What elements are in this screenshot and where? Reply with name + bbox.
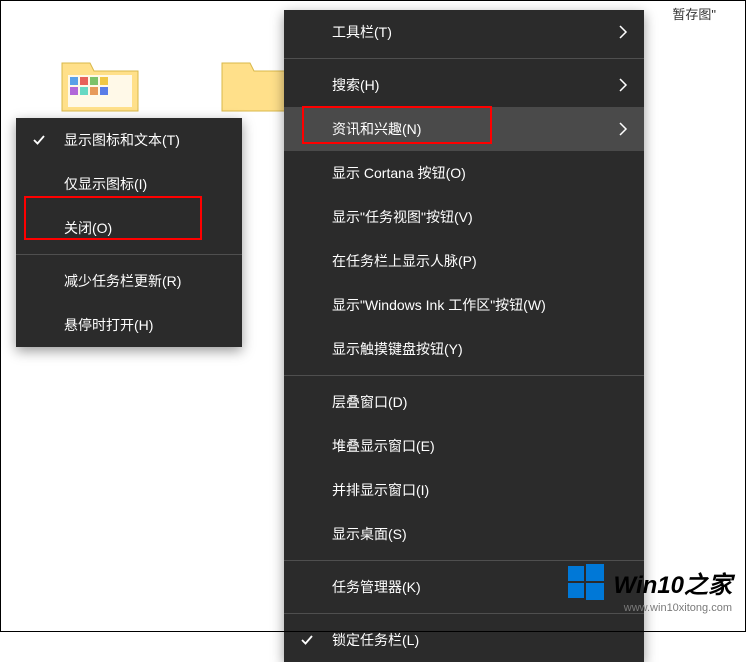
menu-item-label: 减少任务栏更新(R)	[64, 271, 181, 291]
menu-separator	[284, 375, 644, 376]
menu-item-label: 层叠窗口(D)	[332, 392, 407, 412]
menu-item-label: 显示桌面(S)	[332, 524, 407, 544]
chevron-right-icon	[618, 122, 628, 136]
menu-item-label: 锁定任务栏(L)	[332, 630, 419, 650]
menu-item-search[interactable]: 搜索(H)	[284, 63, 644, 107]
menu-item-cortana-button[interactable]: 显示 Cortana 按钮(O)	[284, 151, 644, 195]
desktop-folders	[60, 55, 300, 125]
menu-separator	[284, 560, 644, 561]
menu-item-label: 在任务栏上显示人脉(P)	[332, 251, 477, 271]
menu-item-news-interests[interactable]: 资讯和兴趣(N)	[284, 107, 644, 151]
chevron-right-icon	[618, 78, 628, 92]
menu-item-label: 显示触摸键盘按钮(Y)	[332, 339, 463, 359]
watermark: Win10之家 www.win10xitong.com	[566, 562, 732, 614]
watermark-title: Win10之家	[614, 565, 732, 600]
folder-icon[interactable]	[60, 55, 140, 125]
menu-item-label: 显示图标和文本(T)	[64, 130, 180, 150]
news-interests-submenu: 显示图标和文本(T) 仅显示图标(I) 关闭(O) 减少任务栏更新(R) 悬停时…	[16, 118, 242, 347]
menu-item-label: 悬停时打开(H)	[64, 315, 153, 335]
menu-separator	[284, 58, 644, 59]
menu-item-label: 工具栏(T)	[332, 22, 392, 42]
menu-item-people-taskbar[interactable]: 在任务栏上显示人脉(P)	[284, 239, 644, 283]
menu-item-label: 关闭(O)	[64, 218, 112, 238]
menu-item-label: 仅显示图标(I)	[64, 174, 147, 194]
submenu-item-icon-and-text[interactable]: 显示图标和文本(T)	[16, 118, 242, 162]
watermark-url: www.win10xitong.com	[566, 602, 732, 614]
menu-item-label: 资讯和兴趣(N)	[332, 119, 421, 139]
check-icon	[32, 133, 46, 147]
submenu-item-icon-only[interactable]: 仅显示图标(I)	[16, 162, 242, 206]
menu-item-label: 堆叠显示窗口(E)	[332, 436, 435, 456]
menu-item-label: 显示"任务视图"按钮(V)	[332, 207, 473, 227]
menu-item-label: 显示 Cortana 按钮(O)	[332, 163, 466, 183]
menu-item-lock-taskbar[interactable]: 锁定任务栏(L)	[284, 618, 644, 662]
menu-item-label: 任务管理器(K)	[332, 577, 421, 597]
menu-item-toolbars[interactable]: 工具栏(T)	[284, 10, 644, 54]
menu-item-label: 搜索(H)	[332, 75, 379, 95]
menu-item-touch-keyboard[interactable]: 显示触摸键盘按钮(Y)	[284, 327, 644, 371]
windows-logo-icon	[566, 562, 606, 602]
submenu-item-open-on-hover[interactable]: 悬停时打开(H)	[16, 303, 242, 347]
menu-item-cascade-windows[interactable]: 层叠窗口(D)	[284, 380, 644, 424]
menu-item-show-desktop[interactable]: 显示桌面(S)	[284, 512, 644, 556]
menu-item-label: 并排显示窗口(I)	[332, 480, 429, 500]
menu-separator	[16, 254, 242, 255]
top-hint-text: 暂存图"	[672, 4, 716, 23]
chevron-right-icon	[618, 25, 628, 39]
submenu-item-reduce-updates[interactable]: 减少任务栏更新(R)	[16, 259, 242, 303]
menu-item-side-by-side[interactable]: 并排显示窗口(I)	[284, 468, 644, 512]
menu-item-stack-windows[interactable]: 堆叠显示窗口(E)	[284, 424, 644, 468]
menu-item-windows-ink[interactable]: 显示"Windows Ink 工作区"按钮(W)	[284, 283, 644, 327]
submenu-item-turn-off[interactable]: 关闭(O)	[16, 206, 242, 250]
check-icon	[300, 633, 314, 647]
menu-item-taskview-button[interactable]: 显示"任务视图"按钮(V)	[284, 195, 644, 239]
menu-item-label: 显示"Windows Ink 工作区"按钮(W)	[332, 295, 546, 315]
